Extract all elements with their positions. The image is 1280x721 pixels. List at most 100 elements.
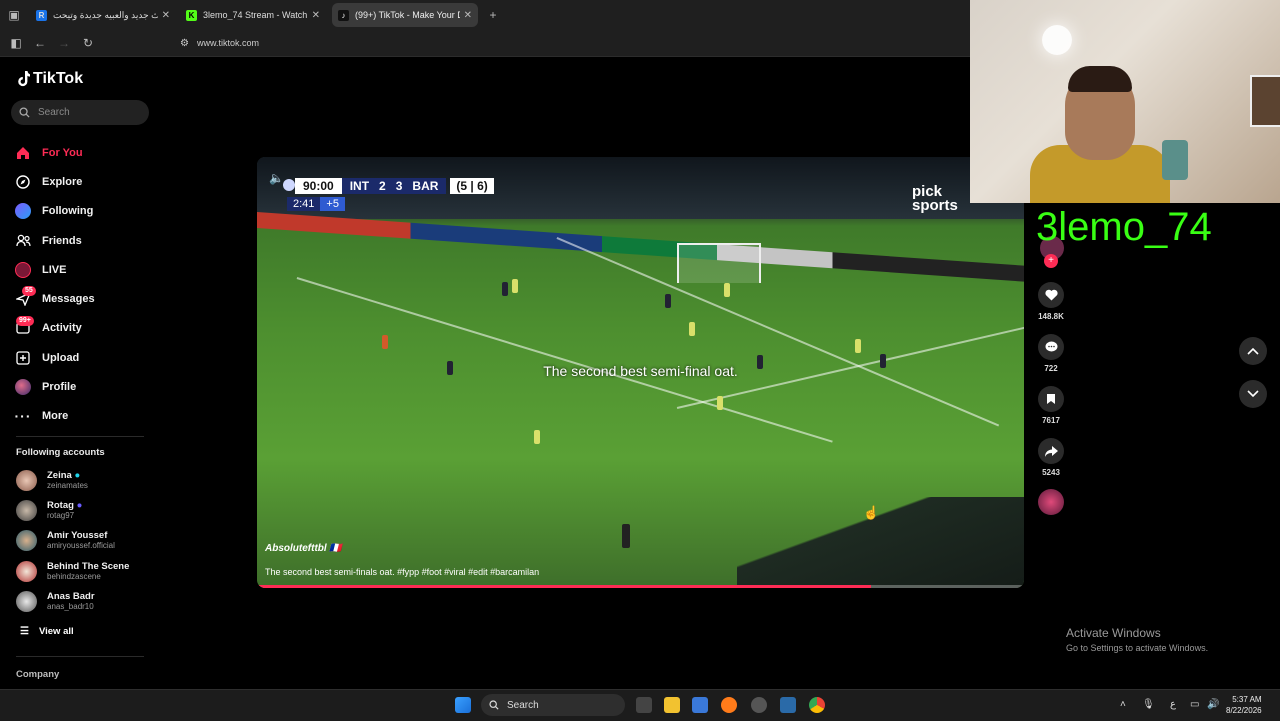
score-teams: INT 2 3 BAR: [341, 178, 447, 194]
advertising-boards: [257, 212, 1024, 282]
account-handle: rotag97: [47, 510, 75, 520]
sidebar-item-label: Following: [42, 205, 94, 218]
browser-tab-3[interactable]: ♪ (99+) TikTok - Make Your Day ✕: [332, 3, 478, 27]
sidebar-item-more[interactable]: ··· More: [14, 402, 154, 431]
address-bar[interactable]: ⚙ www.tiktok.com: [180, 34, 259, 52]
browser-tab-2[interactable]: K 3lemo_74 Stream - Watch Live ✕: [180, 3, 326, 27]
account-item-anas-badr[interactable]: Anas Badr anas_badr10: [16, 587, 156, 615]
account-name: Rotag: [47, 499, 74, 511]
chrome-icon[interactable]: [809, 697, 825, 713]
account-name: Behind The Scene: [47, 560, 130, 572]
system-clock[interactable]: 5:37 AM 8/22/2026: [1226, 694, 1262, 716]
sidebar-item-activity[interactable]: 99+ Activity: [14, 314, 154, 343]
compass-icon: [14, 173, 32, 191]
player: [689, 322, 695, 336]
like-button[interactable]: 148.8K: [1036, 282, 1066, 321]
streamer-hair: [1068, 66, 1132, 92]
sidebar-item-upload[interactable]: Upload: [14, 343, 154, 372]
list-icon: ☰: [20, 626, 29, 637]
store-icon[interactable]: [692, 697, 708, 713]
verified-icon: ●: [76, 499, 83, 511]
sidebar-toggle-icon[interactable]: ◧: [8, 35, 24, 51]
sidebar-item-label: More: [42, 410, 69, 423]
sidebar-item-for-you[interactable]: For You: [14, 138, 154, 167]
share-button[interactable]: 5243: [1036, 438, 1066, 477]
close-icon[interactable]: ✕: [464, 10, 472, 21]
webcam-overlay: [970, 0, 1280, 203]
close-icon[interactable]: ✕: [162, 10, 170, 21]
volume-icon[interactable]: 🔈: [269, 171, 284, 185]
video-author[interactable]: Absolutefttbl 🇫🇷: [265, 543, 342, 554]
microphone: [1162, 140, 1188, 180]
following-icon: [14, 202, 32, 220]
activate-title: Activate Windows: [1066, 626, 1161, 640]
divider: [16, 656, 144, 657]
share-icon: [1038, 438, 1064, 464]
taskbar-search-label: Search: [507, 699, 539, 711]
volume-icon[interactable]: 🔊: [1207, 699, 1219, 710]
tab-actions-icon[interactable]: ▣: [6, 7, 22, 23]
network-icon[interactable]: ▭: [1190, 699, 1199, 710]
search-placeholder: Search: [38, 107, 70, 118]
tab-favicon: K: [186, 9, 197, 21]
comment-count: 722: [1044, 364, 1058, 373]
video-progress-bar[interactable]: [257, 585, 1024, 588]
follow-plus-icon[interactable]: +: [1044, 254, 1058, 268]
language-indicator[interactable]: ع: [1170, 699, 1176, 710]
sidebar-item-messages[interactable]: 55 Messages: [14, 284, 154, 313]
activity-badge: 99+: [16, 315, 34, 326]
save-count: 7617: [1042, 416, 1060, 425]
file-explorer-icon[interactable]: [664, 697, 680, 713]
microphone-icon[interactable]: 🎙: [1142, 699, 1155, 710]
site-info-icon[interactable]: ⚙: [180, 38, 189, 49]
video-player[interactable]: 90:00 INT 2 3 BAR (5 | 6) 2:41 +5 pick s…: [257, 157, 1024, 588]
comment-button[interactable]: 722: [1036, 334, 1066, 373]
firefox-icon[interactable]: [721, 697, 737, 713]
away-score: 3: [395, 179, 403, 193]
close-icon[interactable]: ✕: [312, 10, 320, 21]
sidebar-item-friends[interactable]: Friends: [14, 226, 154, 255]
sidebar-item-live[interactable]: LIVE: [14, 255, 154, 284]
view-all-button[interactable]: ☰ View all: [20, 626, 74, 637]
windows-taskbar: Search ˄ 🎙 ع ▭ 🔊 5:37 AM 8/22/2026: [0, 689, 1280, 721]
avatar: [16, 529, 37, 551]
reload-button[interactable]: ↻: [80, 35, 96, 51]
previous-video-button[interactable]: [1239, 337, 1267, 365]
next-video-button[interactable]: [1239, 380, 1267, 408]
account-item-behind-the-scene[interactable]: Behind The Scene behindzascene: [16, 557, 156, 585]
sidebar-item-following[interactable]: Following: [14, 197, 154, 226]
sidebar-item-profile[interactable]: Profile: [14, 372, 154, 401]
back-button[interactable]: ←: [32, 35, 48, 51]
match-time: 90:00: [295, 178, 342, 194]
new-tab-button[interactable]: +: [485, 7, 501, 23]
live-icon: [14, 261, 32, 279]
scoreboard: 90:00 INT 2 3 BAR (5 | 6): [279, 178, 494, 194]
company-link[interactable]: Company: [16, 669, 59, 680]
music-disc-button[interactable]: [1036, 489, 1066, 515]
sidebar-item-label: Upload: [42, 351, 80, 364]
account-name: Anas Badr: [47, 590, 95, 602]
browser-tab-1[interactable]: R حدث جديد والعبيه جديدة وتيحت ✕: [30, 3, 176, 27]
home-team: INT: [349, 179, 370, 193]
wall-picture: [1250, 75, 1280, 127]
tab-title: (99+) TikTok - Make Your Day: [355, 10, 460, 20]
save-button[interactable]: 7617: [1036, 386, 1066, 425]
tab-title: حدث جديد والعبيه جديدة وتيحت: [53, 9, 158, 20]
forward-button[interactable]: →: [56, 35, 72, 51]
sidebar-item-explore[interactable]: Explore: [14, 167, 154, 196]
divider: [16, 436, 144, 437]
account-item-zeina[interactable]: Zeina ● zeinamates: [16, 466, 156, 494]
obs-icon[interactable]: [751, 697, 767, 713]
added-time: +5: [320, 197, 345, 211]
start-button[interactable]: [455, 697, 471, 713]
account-item-amir-youssef[interactable]: Amir Youssef amiryoussef.official: [16, 526, 156, 554]
tiktok-logo[interactable]: TikTok: [16, 70, 83, 88]
like-count: 148.8K: [1038, 312, 1064, 321]
account-item-rotag[interactable]: Rotag ● rotag97: [16, 496, 156, 524]
chevron-up-icon[interactable]: ˄: [1120, 699, 1126, 710]
task-view-icon[interactable]: [636, 697, 652, 713]
taskbar-search[interactable]: Search: [481, 694, 625, 716]
app-icon[interactable]: [780, 697, 796, 713]
search-input[interactable]: Search: [11, 100, 149, 125]
progress-fill: [257, 585, 871, 588]
